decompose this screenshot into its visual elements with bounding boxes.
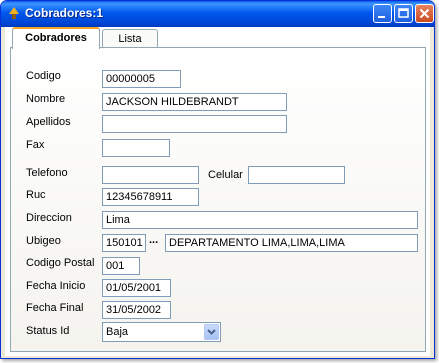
maximize-button[interactable]: [394, 4, 413, 23]
nombre-field[interactable]: JACKSON HILDEBRANDT: [102, 93, 287, 111]
telefono-label: Telefono: [26, 167, 68, 179]
main-panel: Cobradores Lista Codigo 00000005 Nombre …: [5, 27, 430, 356]
fecha-inicio-field[interactable]: 01/05/2001: [102, 279, 171, 297]
codigo-postal-field[interactable]: 001: [102, 257, 140, 275]
ubigeo-code-field[interactable]: 150101: [102, 234, 146, 252]
tab-strip: Cobradores Lista: [5, 27, 430, 49]
chevron-down-icon: [207, 329, 216, 335]
status-id-dropdown-button[interactable]: [204, 324, 219, 340]
ruc-field[interactable]: 12345678911: [102, 188, 199, 206]
close-icon: [419, 8, 430, 19]
fax-label: Fax: [26, 139, 45, 151]
window-title: Cobradores:1: [25, 6, 104, 20]
status-id-select[interactable]: Baja: [102, 322, 221, 342]
celular-field[interactable]: [248, 166, 345, 184]
ubigeo-description-field[interactable]: DEPARTAMENTO LIMA,LIMA,LIMA: [165, 234, 418, 252]
fecha-final-label: Fecha Final: [26, 302, 84, 314]
close-button[interactable]: [415, 4, 434, 23]
minimize-button[interactable]: [373, 4, 392, 23]
status-id-label: Status Id: [26, 325, 70, 337]
fecha-inicio-label: Fecha Inicio: [26, 280, 86, 292]
fax-field[interactable]: [102, 139, 170, 157]
maximize-icon: [398, 8, 409, 18]
tab-cobradores[interactable]: Cobradores: [12, 27, 100, 49]
cobradores-form: Codigo 00000005 Nombre JACKSON HILDEBRAN…: [10, 47, 426, 352]
tab-lista[interactable]: Lista: [102, 29, 158, 49]
title-bar[interactable]: Cobradores:1: [1, 1, 434, 27]
nombre-label: Nombre: [26, 93, 66, 105]
codigo-postal-label: Codigo Postal: [26, 257, 95, 269]
minimize-icon: [378, 16, 385, 18]
acorn-icon: [7, 6, 21, 20]
status-id-value: Baja: [106, 326, 129, 338]
ubigeo-lookup-button[interactable]: ...: [149, 234, 158, 246]
codigo-label: Codigo: [26, 70, 61, 82]
ruc-label: Ruc: [26, 189, 46, 201]
direccion-field[interactable]: Lima: [102, 211, 418, 229]
apellidos-field[interactable]: [102, 115, 287, 133]
cobradores-window: Cobradores:1 Cobradores Lista Codigo 000…: [0, 0, 435, 359]
fecha-final-field[interactable]: 31/05/2002: [102, 301, 171, 319]
codigo-field[interactable]: 00000005: [102, 70, 181, 88]
direccion-label: Direccion: [26, 212, 72, 224]
telefono-field[interactable]: [102, 166, 199, 184]
apellidos-label: Apellidos: [26, 116, 71, 128]
ubigeo-label: Ubigeo: [26, 235, 61, 247]
celular-label: Celular: [208, 169, 243, 181]
